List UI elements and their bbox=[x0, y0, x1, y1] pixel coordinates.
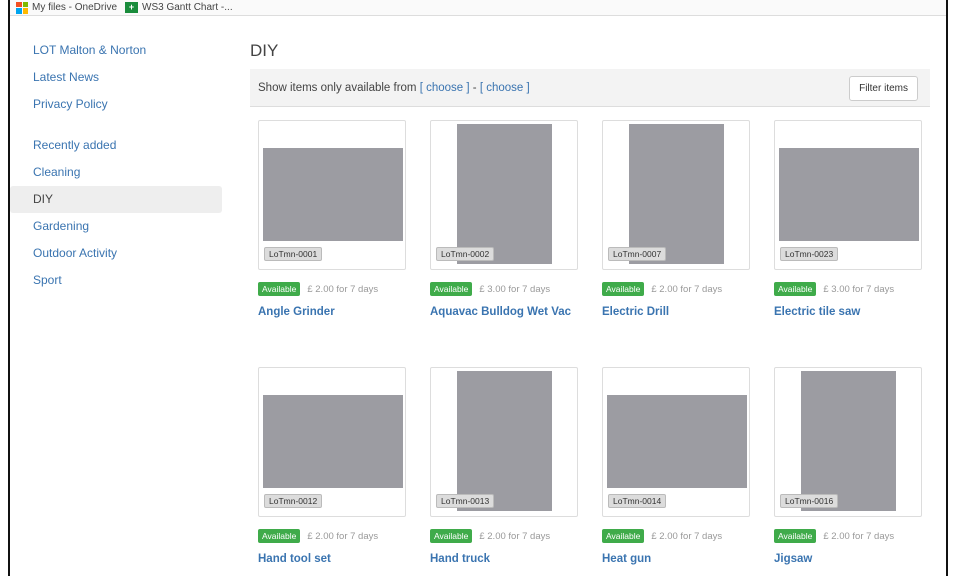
item-thumbnail[interactable]: LoTmn-0023 bbox=[774, 120, 922, 270]
sidebar-item-privacy-policy[interactable]: Privacy Policy bbox=[10, 91, 222, 118]
item-price: £ 3.00 for 7 days bbox=[479, 283, 551, 295]
item-code-label: LoTmn-0023 bbox=[780, 247, 839, 261]
gantt-icon: + bbox=[125, 2, 139, 13]
item-title-link[interactable]: Jigsaw bbox=[774, 553, 924, 565]
item-meta: Available £ 2.00 for 7 days bbox=[430, 529, 580, 543]
item-card: LoTmn-0001 Available £ 2.00 for 7 days Angl… bbox=[258, 120, 408, 318]
sidebar-item-sport[interactable]: Sport bbox=[10, 267, 222, 294]
item-card: LoTmn-0013 Available £ 2.00 for 7 days Hand… bbox=[430, 367, 580, 565]
item-photo bbox=[779, 148, 919, 241]
item-code-label: LoTmn-0002 bbox=[436, 247, 495, 261]
sidebar-item-outdoor-activity[interactable]: Outdoor Activity bbox=[10, 240, 222, 267]
availability-badge: Available bbox=[774, 282, 817, 296]
sidebar-item-lot-malton-norton[interactable]: LOT Malton & Norton bbox=[10, 37, 222, 64]
item-price: £ 2.00 for 7 days bbox=[651, 530, 723, 542]
item-title-link[interactable]: Hand truck bbox=[430, 553, 580, 565]
availability-badge: Available bbox=[602, 282, 645, 296]
item-meta: Available £ 2.00 for 7 days bbox=[602, 282, 752, 296]
item-price: £ 2.00 for 7 days bbox=[307, 283, 379, 295]
date-from-choose-link[interactable]: [ choose ] bbox=[420, 82, 470, 94]
availability-filter-bar: Show items only available from [ choose … bbox=[250, 69, 930, 107]
availability-badge: Available bbox=[774, 529, 817, 543]
item-title-link[interactable]: Angle Grinder bbox=[258, 306, 408, 318]
item-title-link[interactable]: Heat gun bbox=[602, 553, 752, 565]
item-card: LoTmn-0016 Available £ 2.00 for 7 days Jigs… bbox=[774, 367, 924, 565]
item-price: £ 2.00 for 7 days bbox=[823, 530, 895, 542]
date-to-choose-link[interactable]: [ choose ] bbox=[480, 82, 530, 94]
sidebar-item-gardening[interactable]: Gardening bbox=[10, 213, 222, 240]
sidebar-group-site: LOT Malton & Norton Latest News Privacy … bbox=[10, 37, 222, 118]
item-code-label: LoTmn-0007 bbox=[608, 247, 667, 261]
item-meta: Available £ 2.00 for 7 days bbox=[774, 529, 924, 543]
item-photo bbox=[457, 371, 552, 511]
item-card: LoTmn-0023 Available £ 3.00 for 7 days Elec… bbox=[774, 120, 924, 318]
item-price: £ 3.00 for 7 days bbox=[823, 283, 895, 295]
item-thumbnail[interactable]: LoTmn-0014 bbox=[602, 367, 750, 517]
bookmarks-bar: My files - OneDrive + WS3 Gantt Chart -.… bbox=[10, 0, 946, 16]
item-meta: Available £ 3.00 for 7 days bbox=[774, 282, 924, 296]
item-code-label: LoTmn-0016 bbox=[780, 494, 839, 508]
availability-badge: Available bbox=[258, 282, 301, 296]
microsoft-icon bbox=[16, 1, 28, 14]
bookmark-label: My files - OneDrive bbox=[32, 2, 118, 13]
item-thumbnail[interactable]: LoTmn-0001 bbox=[258, 120, 406, 270]
bookmark-gantt[interactable]: + WS3 Gantt Chart -... bbox=[125, 2, 233, 13]
bookmark-label: WS3 Gantt Chart -... bbox=[142, 2, 233, 13]
availability-badge: Available bbox=[258, 529, 301, 543]
filter-items-button[interactable]: Filter items bbox=[849, 76, 918, 101]
item-photo bbox=[607, 395, 747, 488]
main-content: DIY Show items only available from [ cho… bbox=[250, 37, 930, 565]
item-card: LoTmn-0002 Available £ 3.00 for 7 days Aqua… bbox=[430, 120, 580, 318]
item-photo bbox=[629, 124, 724, 264]
sidebar: LOT Malton & Norton Latest News Privacy … bbox=[10, 37, 222, 308]
item-thumbnail[interactable]: LoTmn-0013 bbox=[430, 367, 578, 517]
item-code-label: LoTmn-0013 bbox=[436, 494, 495, 508]
filter-label: Show items only available from bbox=[258, 81, 417, 94]
item-thumbnail[interactable]: LoTmn-0016 bbox=[774, 367, 922, 517]
page-title: DIY bbox=[250, 41, 279, 60]
availability-badge: Available bbox=[430, 282, 473, 296]
item-card: LoTmn-0012 Available £ 2.00 for 7 days Hand… bbox=[258, 367, 408, 565]
item-photo bbox=[263, 395, 403, 488]
item-price: £ 2.00 for 7 days bbox=[651, 283, 723, 295]
item-thumbnail[interactable]: LoTmn-0007 bbox=[602, 120, 750, 270]
item-meta: Available £ 2.00 for 7 days bbox=[258, 529, 408, 543]
sidebar-item-recently-added[interactable]: Recently added bbox=[10, 132, 222, 159]
sidebar-item-diy[interactable]: DIY bbox=[10, 186, 222, 213]
sidebar-group-categories: Recently added Cleaning DIY Gardening Ou… bbox=[10, 132, 222, 294]
item-title-link[interactable]: Electric Drill bbox=[602, 306, 752, 318]
sidebar-item-latest-news[interactable]: Latest News bbox=[10, 64, 222, 91]
item-meta: Available £ 3.00 for 7 days bbox=[430, 282, 580, 296]
item-code-label: LoTmn-0014 bbox=[608, 494, 667, 508]
browser-viewport: My files - OneDrive + WS3 Gantt Chart -.… bbox=[8, 0, 948, 576]
item-photo bbox=[801, 371, 896, 511]
item-thumbnail[interactable]: LoTmn-0012 bbox=[258, 367, 406, 517]
bookmark-onedrive[interactable]: My files - OneDrive bbox=[16, 1, 118, 14]
item-meta: Available £ 2.00 for 7 days bbox=[602, 529, 752, 543]
item-card: LoTmn-0014 Available £ 2.00 for 7 days Heat… bbox=[602, 367, 752, 565]
item-photo bbox=[457, 124, 552, 264]
item-title-link[interactable]: Aquavac Bulldog Wet Vac bbox=[430, 306, 580, 318]
filter-separator: - bbox=[472, 81, 477, 94]
item-photo bbox=[263, 148, 403, 241]
sidebar-item-cleaning[interactable]: Cleaning bbox=[10, 159, 222, 186]
item-price: £ 2.00 for 7 days bbox=[479, 530, 551, 542]
item-title-link[interactable]: Hand tool set bbox=[258, 553, 408, 565]
item-code-label: LoTmn-0001 bbox=[264, 247, 323, 261]
item-price: £ 2.00 for 7 days bbox=[307, 530, 379, 542]
item-card: LoTmn-0007 Available £ 2.00 for 7 days Elec… bbox=[602, 120, 752, 318]
item-title-link[interactable]: Electric tile saw bbox=[774, 306, 924, 318]
availability-badge: Available bbox=[430, 529, 473, 543]
availability-badge: Available bbox=[602, 529, 645, 543]
item-thumbnail[interactable]: LoTmn-0002 bbox=[430, 120, 578, 270]
item-code-label: LoTmn-0012 bbox=[264, 494, 323, 508]
item-meta: Available £ 2.00 for 7 days bbox=[258, 282, 408, 296]
